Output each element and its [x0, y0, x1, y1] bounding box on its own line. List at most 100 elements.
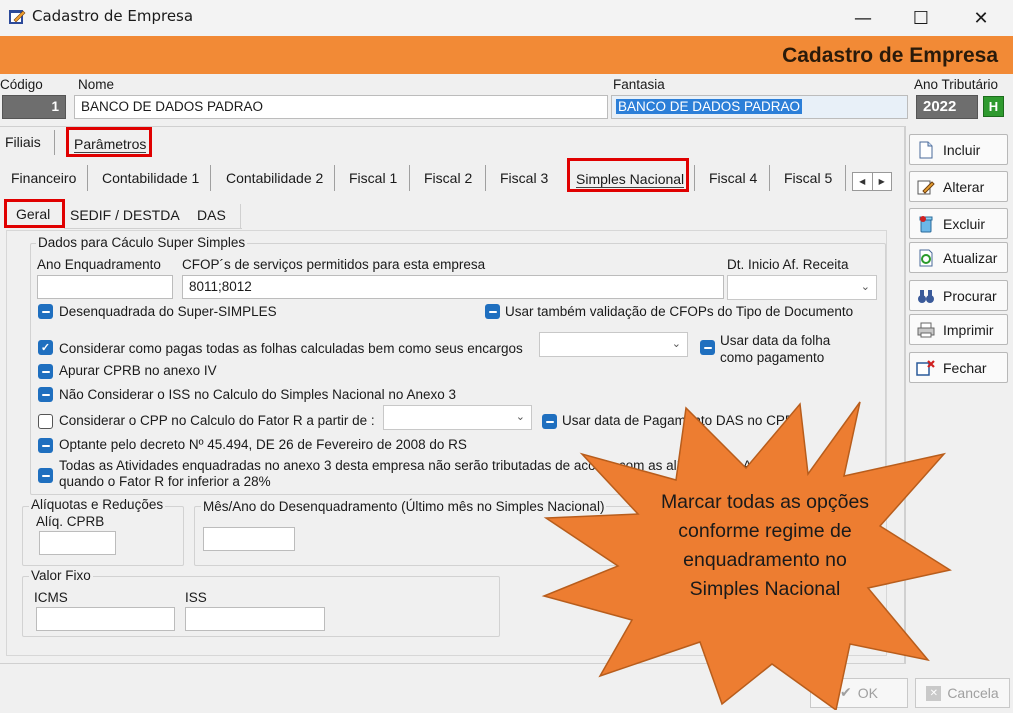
fantasia-label: Fantasia: [613, 77, 665, 92]
chevron-down-icon: ⌄: [515, 410, 525, 423]
icms-label: ICMS: [34, 590, 68, 605]
imprimir-label: Imprimir: [943, 321, 994, 338]
checkbox-considerar-folhas[interactable]: ✓: [38, 340, 53, 355]
trash-icon: [916, 214, 936, 234]
ano-help-button[interactable]: H: [983, 96, 1004, 117]
excluir-label: Excluir: [943, 215, 986, 232]
tab-filiais[interactable]: Filiais: [5, 134, 41, 150]
apurar-cprb-label: Apurar CPRB no anexo IV: [59, 363, 217, 378]
validacao-cfops-label: Usar também validação de CFOPs do Tipo d…: [505, 304, 854, 319]
ano-enquadramento-label: Ano Enquadramento: [37, 257, 161, 272]
procurar-button[interactable]: Procurar: [909, 280, 1008, 311]
cprb-field[interactable]: [39, 531, 116, 555]
iss-field[interactable]: [185, 607, 325, 631]
tab-divider: [694, 165, 695, 191]
atualizar-label: Atualizar: [943, 249, 998, 266]
checkbox-desenquadrada[interactable]: [38, 304, 53, 319]
tab-divider: [485, 165, 486, 191]
maximize-button[interactable]: ☐: [892, 0, 950, 36]
callout-text: Marcar todas as opções conforme regime d…: [660, 491, 870, 600]
tab-divider: [409, 165, 410, 191]
scroll-right-icon[interactable]: ▶: [873, 173, 892, 190]
ano-tributario-field[interactable]: 2022: [916, 95, 978, 119]
desenquadramento-field[interactable]: [203, 527, 295, 551]
imprimir-button[interactable]: Imprimir: [909, 314, 1008, 345]
tab-fiscal-5[interactable]: Fiscal 5: [784, 170, 832, 186]
folhas-combo[interactable]: ⌄: [539, 332, 688, 357]
cfop-field[interactable]: 8011;8012: [182, 275, 724, 299]
close-button[interactable]: ✕: [952, 0, 1010, 36]
codigo-field[interactable]: 1: [2, 95, 66, 119]
app-icon: [9, 10, 26, 24]
tab-divider: [334, 165, 335, 191]
cpp-combo[interactable]: ⌄: [383, 405, 532, 430]
tab-divider: [54, 130, 55, 155]
fechar-label: Fechar: [943, 359, 987, 376]
tab-contabilidade-1[interactable]: Contabilidade 1: [102, 170, 199, 186]
edit-icon: [916, 177, 936, 197]
cfop-label: CFOP´s de serviços permitidos para esta …: [182, 257, 486, 272]
tab-divider: [210, 165, 211, 191]
tab-fiscal-1[interactable]: Fiscal 1: [349, 170, 397, 186]
tab-divider: [87, 165, 88, 191]
banner-title: Cadastro de Empresa: [782, 44, 998, 67]
tab-simples-nacional[interactable]: Simples Nacional: [576, 171, 685, 188]
desenquadrada-label: Desenquadrada do Super-SIMPLES: [59, 304, 277, 319]
tab-fiscal-2[interactable]: Fiscal 2: [424, 170, 472, 186]
alterar-label: Alterar: [943, 178, 985, 195]
fantasia-selected-text: BANCO DE DADOS PADRAO: [616, 99, 803, 114]
refresh-icon: [916, 248, 936, 268]
chevron-down-icon: ⌄: [860, 280, 870, 293]
codigo-label: Código: [0, 77, 43, 92]
tab-contabilidade-2[interactable]: Contabilidade 2: [226, 170, 323, 186]
checkbox-optante-decreto[interactable]: [38, 438, 53, 453]
tab-financeiro[interactable]: Financeiro: [11, 170, 76, 186]
window-title: Cadastro de Empresa: [32, 7, 194, 25]
tab-fiscal-4[interactable]: Fiscal 4: [709, 170, 757, 186]
considerar-cpp-label: Considerar o CPP no Calculo do Fator R a…: [59, 413, 375, 428]
alterar-button[interactable]: Alterar: [909, 171, 1008, 202]
excluir-button[interactable]: Excluir: [909, 208, 1008, 239]
printer-icon: [916, 320, 936, 340]
tab-sedif-destda[interactable]: SEDIF / DESTDA: [70, 207, 180, 223]
chevron-down-icon: ⌄: [671, 337, 681, 350]
fechar-button[interactable]: Fechar: [909, 352, 1008, 383]
tab-divider: [240, 204, 241, 229]
tab-scroller: ◀ ▶: [852, 172, 892, 191]
cprb-label: Alíq. CPRB: [36, 514, 105, 529]
binoculars-icon: [916, 286, 936, 306]
nao-considerar-iss-label: Não Considerar o ISS no Calculo do Simpl…: [59, 387, 456, 402]
ano-enquadramento-field[interactable]: [37, 275, 173, 299]
checkbox-atividades-anexo3[interactable]: [38, 468, 53, 483]
tab-divider: [845, 165, 846, 191]
checkbox-nao-considerar-iss[interactable]: [38, 387, 53, 402]
nome-field[interactable]: BANCO DE DADOS PADRAO: [74, 95, 608, 119]
scroll-left-icon[interactable]: ◀: [853, 173, 873, 190]
aliquotas-caption: Alíquotas e Reduções: [29, 497, 166, 512]
nome-label: Nome: [78, 77, 115, 92]
dt-inicio-label: Dt. Inicio Af. Receita: [727, 257, 849, 272]
iss-label: ISS: [185, 590, 207, 605]
fantasia-field[interactable]: BANCO DE DADOS PADRAO: [611, 95, 908, 119]
incluir-label: Incluir: [943, 141, 981, 158]
checkbox-considerar-cpp[interactable]: [38, 414, 53, 429]
ano-tributario-label: Ano Tributário: [914, 77, 999, 92]
valor-fixo-caption: Valor Fixo: [29, 568, 93, 583]
optante-decreto-label: Optante pelo decreto Nº 45.494, DE 26 de…: [59, 437, 467, 452]
checkbox-apurar-cprb[interactable]: [38, 364, 53, 379]
dt-inicio-combo[interactable]: ⌄: [727, 275, 877, 300]
incluir-button[interactable]: Incluir: [909, 134, 1008, 165]
new-document-icon: [916, 140, 936, 160]
tab-das[interactable]: DAS: [197, 207, 226, 223]
data-folha-line2: como pagamento: [720, 350, 825, 365]
atualizar-button[interactable]: Atualizar: [909, 242, 1008, 273]
dados-caption: Dados para Cáculo Super Simples: [36, 235, 248, 250]
minimize-button[interactable]: —: [834, 0, 892, 36]
tab-geral[interactable]: Geral: [16, 206, 50, 222]
tab-parametros[interactable]: Parâmetros: [74, 136, 147, 153]
icms-field[interactable]: [36, 607, 175, 631]
checkbox-validacao-cfops[interactable]: [485, 304, 500, 319]
tab-fiscal-3[interactable]: Fiscal 3: [500, 170, 548, 186]
checkbox-data-folha[interactable]: [700, 340, 715, 355]
data-folha-line1: Usar data da folha: [720, 333, 831, 348]
